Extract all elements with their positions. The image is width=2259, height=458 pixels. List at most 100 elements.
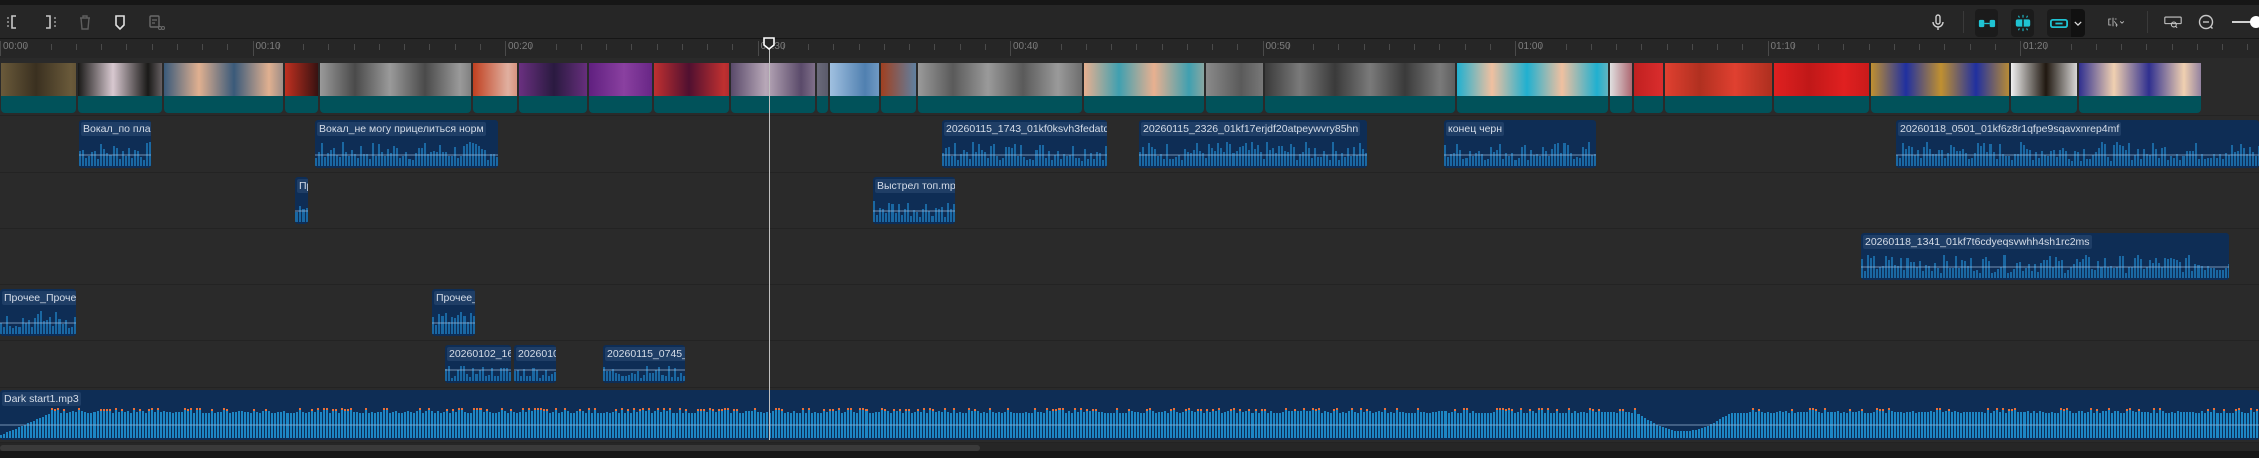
waveform [603,364,685,381]
audio-clip[interactable]: Вокал_по плав [79,120,151,168]
trim-end-button[interactable] [40,12,60,32]
video-clip[interactable] [1634,63,1663,113]
ruler-minor-tick [227,44,229,50]
delete-button[interactable] [75,12,95,32]
volume-line [514,369,556,371]
video-clip[interactable] [589,63,652,113]
ruler-minor-tick [934,44,936,50]
video-clip[interactable] [654,63,729,113]
video-clip[interactable] [1265,63,1455,113]
video-clip[interactable] [1774,63,1869,113]
clip-thumbnail [519,63,587,96]
video-track [0,63,2259,116]
time-ruler[interactable]: 00:0000:1000:2000:3000:4000:5001:0001:10… [0,39,2259,58]
audio-clip[interactable]: Вокал_не могу прицелиться норм [315,120,498,168]
video-clip[interactable] [1665,63,1772,113]
video-clip[interactable] [2079,63,2201,113]
clip-thumbnail [164,63,283,96]
selection-mode-icon [2108,17,2125,27]
ruler-minor-tick [1439,44,1441,50]
link-button[interactable] [2047,9,2085,37]
ruler-minor-tick [1085,44,1087,50]
audio-clip[interactable]: Прочее_ [432,289,475,336]
video-clip[interactable] [519,63,587,113]
video-clip[interactable] [830,63,879,113]
volume-line [315,154,498,156]
video-clip[interactable] [1,63,76,113]
selection-mode-button[interactable] [2099,12,2133,32]
video-clip[interactable] [1871,63,2009,113]
audio-clip[interactable]: Выстрел топ.mp [873,177,955,224]
playhead-handle-icon[interactable] [763,37,775,50]
video-clip[interactable] [1206,63,1263,113]
preview-axis-icon [2164,16,2182,29]
toolbar-divider [2147,11,2148,33]
ruler-minor-tick [1237,44,1239,50]
volume-line [873,210,955,212]
ruler-minor-tick [2095,44,2097,50]
ruler-minor-tick [2171,44,2173,50]
audio-clip[interactable]: 20260118_0501_01kf6z8r1qfpe9sqavxnrep4mf [1896,120,2259,168]
waveform [873,196,955,222]
video-clip[interactable] [918,63,1082,113]
playhead[interactable] [769,38,770,440]
audio-clip[interactable]: конец черн [1444,120,1596,168]
waveform [432,308,475,334]
ruler-major-tick [1262,41,1264,56]
freeze-button[interactable] [146,12,166,32]
audio-clip[interactable]: Пр [295,177,308,224]
waveform [1444,139,1596,166]
main-track-magnet-button[interactable] [1975,9,1998,37]
audio-clip[interactable]: 20260102_165 [445,345,511,383]
music-clip[interactable]: Dark start1.mp3 [0,390,2259,440]
clip-label: Прочее_Проче [2,291,76,305]
video-clip[interactable] [731,63,815,113]
clip-thumbnail [1457,63,1608,96]
ruler-minor-tick [2247,44,2249,50]
video-clip[interactable] [817,63,828,113]
clip-label: Вокал_не могу прицелиться норм [317,122,486,136]
ruler-minor-tick [2070,44,2072,50]
audio-clip[interactable]: Прочее_Проче [0,289,76,336]
zoom-out-button[interactable] [2196,12,2216,32]
audio-clip[interactable]: 20260115_0745_0 [603,345,685,383]
waveform [1896,139,2259,166]
zoom-slider[interactable] [2232,16,2259,28]
ruler-minor-tick [883,44,885,50]
ruler-minor-tick [1717,44,1718,50]
link-icon [2050,18,2068,28]
video-clip[interactable] [78,63,162,113]
clip-thumbnail [2079,63,2201,96]
ruler-minor-tick [1136,44,1138,50]
video-clip[interactable] [164,63,283,113]
clip-thumbnail [320,63,471,96]
volume-line [942,154,1107,156]
preview-axis-button[interactable] [2161,12,2185,32]
video-clip[interactable] [881,63,916,113]
ruler-minor-tick [1590,44,1592,50]
ruler-minor-tick [378,44,380,50]
audio-clip[interactable]: 20260115_1743_01kf0ksvh3fedatq7 [942,120,1107,168]
ruler-minor-tick [404,44,405,50]
video-clip[interactable] [2011,63,2077,113]
video-clip[interactable] [473,63,517,113]
add-marker-button[interactable] [110,12,130,32]
trim-start-button[interactable] [4,12,24,32]
audio-clip[interactable]: 20260115_2326_01kf17erjdf20atpeywvry85hn [1139,120,1367,168]
clip-thumbnail [1,63,76,96]
video-clip[interactable] [1610,63,1632,113]
zoom-slider-handle[interactable] [2250,16,2259,28]
video-clip[interactable] [1457,63,1608,113]
auto-snap-button[interactable] [2011,9,2034,37]
audio-clip[interactable]: 20260118_1341_01kf7t6cdyeqsvwhh4sh1rc2ms [1861,233,2229,280]
audio-clip[interactable]: 2026010 [514,345,556,383]
video-clip[interactable] [320,63,471,113]
waveform [942,139,1107,166]
video-clip[interactable] [285,63,318,113]
ruler-time-label: 00:10 [255,41,281,52]
link-options-dropdown[interactable] [2071,9,2085,37]
record-voice-button[interactable] [1928,12,1948,32]
ruler-minor-tick [1363,44,1365,50]
ruler-minor-tick [202,44,203,50]
video-clip[interactable] [1084,63,1204,113]
